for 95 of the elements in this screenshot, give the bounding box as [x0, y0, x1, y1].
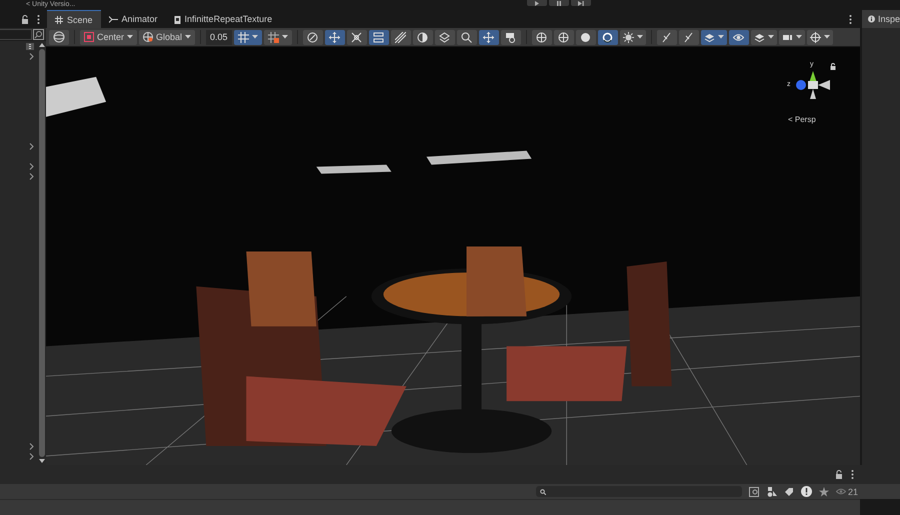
stack-icon	[704, 32, 715, 42]
eye-icon	[836, 488, 846, 495]
caret-icon	[796, 35, 802, 39]
play-button[interactable]	[527, 0, 547, 6]
scene-tool-button[interactable]	[324, 30, 345, 44]
globe-icon	[558, 32, 570, 42]
caret-icon	[127, 35, 134, 39]
lock-icon[interactable]	[835, 470, 843, 479]
scroll-up-icon[interactable]	[39, 43, 45, 47]
layers-icon	[439, 32, 450, 42]
lock-icon[interactable]	[830, 63, 836, 70]
caret-icon	[282, 35, 288, 39]
animator-icon	[108, 16, 118, 22]
scroll-down-icon[interactable]	[39, 459, 45, 463]
grid-snap-icon	[238, 32, 249, 42]
grid-snap-button[interactable]	[234, 30, 262, 44]
scene-tool-button[interactable]	[346, 30, 367, 44]
projection-label[interactable]: < Persp	[788, 115, 816, 124]
scene-tool-button[interactable]	[554, 30, 574, 44]
tag-icon[interactable]	[784, 486, 794, 496]
scene-search-icon[interactable]	[33, 28, 44, 40]
pivot-dropdown[interactable]: Center	[80, 30, 138, 44]
scene-tool-button[interactable]	[700, 30, 727, 44]
scene-tool-button[interactable]	[456, 30, 477, 44]
scene-tool-button[interactable]	[500, 30, 521, 44]
globe-icon	[536, 32, 548, 42]
scrollbar[interactable]	[38, 41, 46, 465]
hidden-packages-toggle[interactable]: 21	[836, 486, 858, 496]
caret-icon	[252, 35, 258, 39]
caret-icon	[185, 35, 192, 39]
scene-tool-button[interactable]	[302, 30, 323, 44]
caret-icon	[824, 35, 830, 39]
caret-icon	[768, 35, 774, 39]
space-dropdown[interactable]: Global	[139, 30, 196, 44]
favorite-star-icon[interactable]	[818, 486, 829, 496]
scene-tool-button[interactable]	[778, 30, 805, 44]
scene-tool-button[interactable]	[434, 30, 455, 44]
hatch-icon	[395, 32, 406, 42]
alert-icon[interactable]	[800, 486, 812, 497]
scene-tool-button[interactable]	[390, 30, 411, 44]
scene-tool-button[interactable]	[620, 30, 646, 44]
caret-icon	[636, 35, 643, 39]
move-icon	[329, 32, 340, 42]
scene-tool-button[interactable]	[728, 30, 749, 44]
pause-button[interactable]	[549, 0, 569, 6]
editor-tab[interactable]: Scene	[47, 10, 101, 28]
texture-icon	[174, 14, 181, 24]
editor-tab[interactable]: InfinitteRepeatTexture	[166, 10, 280, 28]
scene-tool-button[interactable]	[750, 30, 777, 44]
pause-icon	[556, 0, 562, 6]
search-icon	[540, 488, 546, 494]
crosshair-icon	[810, 32, 821, 42]
circle-icon	[307, 32, 318, 42]
project-search-field[interactable]	[536, 486, 742, 497]
scene-tool-button[interactable]	[678, 30, 699, 44]
info-icon	[868, 15, 875, 23]
more-options-icon[interactable]	[849, 14, 852, 24]
cross-icon	[351, 32, 362, 42]
globe-icon	[143, 32, 154, 42]
orbit-icon	[53, 31, 65, 43]
play-icon	[534, 0, 540, 6]
scene-tool-button[interactable]	[806, 30, 833, 44]
lock-icon[interactable]	[21, 14, 29, 24]
stack-icon	[754, 32, 765, 42]
step-button[interactable]	[571, 0, 591, 6]
scene-tool-button[interactable]	[598, 30, 618, 44]
grid-increment-icon	[268, 32, 279, 42]
more-options-icon[interactable]	[851, 470, 854, 479]
caret-icon	[718, 35, 724, 39]
sun-icon	[622, 32, 634, 42]
orbit-tool-button[interactable]	[49, 30, 69, 44]
search-field[interactable]	[0, 28, 32, 40]
half-icon	[417, 32, 428, 42]
row-menu-icon[interactable]	[26, 42, 34, 50]
increment-snap-button[interactable]	[264, 30, 292, 44]
pivot-icon	[84, 32, 94, 42]
scene-tool-button[interactable]	[478, 30, 499, 44]
eye-icon	[733, 32, 744, 42]
ring-icon	[602, 32, 614, 42]
grid-icon	[55, 16, 63, 24]
editor-tab[interactable]: Animator	[100, 10, 166, 28]
scene-tool-button[interactable]	[656, 30, 677, 44]
search-icon	[461, 32, 472, 42]
snap-value-field[interactable]: 0.05	[206, 30, 232, 44]
more-options-icon[interactable]	[37, 14, 40, 24]
disc-icon	[580, 32, 592, 42]
scene-tool-button[interactable]	[532, 30, 552, 44]
scene-tool-button[interactable]	[412, 30, 433, 44]
inspector-tab[interactable]: Inspe	[862, 10, 900, 28]
scene-tool-button[interactable]	[576, 30, 596, 44]
search-by-scene-icon[interactable]	[748, 486, 760, 496]
scene-tool-button[interactable]	[368, 30, 389, 44]
step-icon	[578, 0, 584, 6]
move-icon	[483, 32, 494, 42]
type-filter-icon[interactable]	[766, 486, 777, 496]
